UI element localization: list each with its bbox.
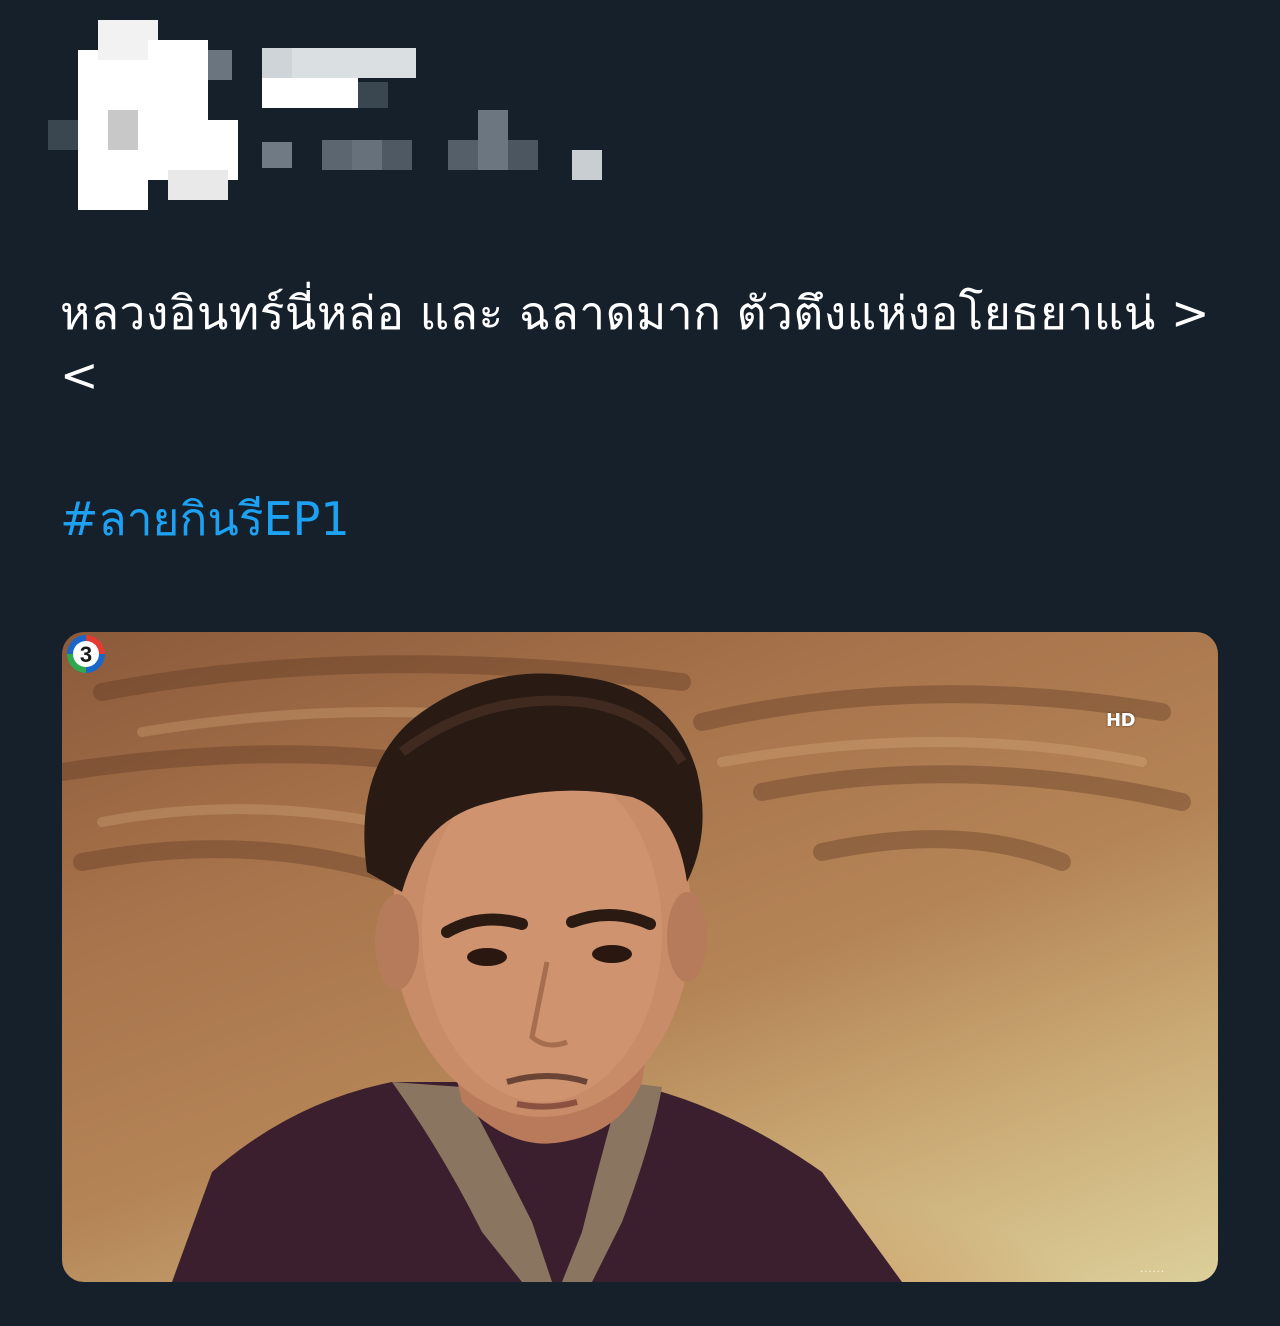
avatar[interactable] (48, 120, 78, 150)
author-name[interactable] (262, 48, 292, 78)
tweet-text: หลวงอินทร์นี่หล่อ และ ฉลาดมาก ตัวตึงแห่ง… (60, 286, 1210, 402)
author-handle[interactable] (262, 142, 292, 168)
hd-badge: HD (1106, 710, 1136, 731)
tweet: หลวงอินทร์นี่หล่อ และ ฉลาดมาก ตัวตึงแห่ง… (0, 0, 1280, 1326)
media-photo-person (62, 655, 1191, 1282)
media-more-indicator: ...... (1140, 1264, 1166, 1275)
channel-3-logo-icon: 3 (67, 635, 105, 673)
author-header-censored[interactable] (40, 10, 620, 210)
tweet-media-image[interactable]: 3 HD ...... (62, 632, 1218, 1282)
hashtag-link[interactable]: #ลายกินรีEP1 (60, 488, 350, 550)
svg-text:3: 3 (80, 642, 92, 667)
